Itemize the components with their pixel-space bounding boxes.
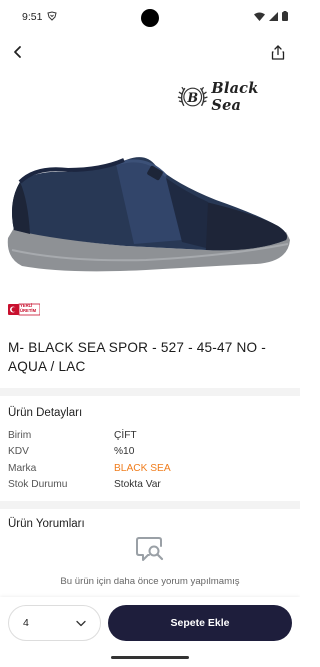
badge-text: YERLİ ÜRETİM bbox=[20, 303, 36, 313]
detail-value: Stokta Var bbox=[114, 479, 161, 491]
detail-row-stock: Stok Durumu Stokta Var bbox=[8, 477, 292, 494]
reviews-section-title: Ürün Yorumları bbox=[8, 518, 85, 530]
empty-reviews-text: Bu ürün için daha önce yorum yapılmamış bbox=[60, 576, 240, 587]
local-production-badge: YERLİ ÜRETİM bbox=[8, 302, 41, 318]
status-icons bbox=[254, 11, 288, 21]
back-button[interactable] bbox=[4, 38, 32, 66]
badge-line-2: ÜRETİM bbox=[20, 308, 37, 313]
logo-letter: B bbox=[186, 91, 198, 106]
chevron-down-icon bbox=[76, 620, 86, 626]
add-to-cart-button[interactable]: Sepete Ekle bbox=[108, 605, 292, 641]
empty-reviews: Bu ürün için daha önce yorum yapılmamış bbox=[0, 534, 300, 587]
laurel-emblem-icon: B bbox=[177, 86, 208, 107]
details-list: Birim ÇİFT KDV %10 Marka BLACK SEA Stok … bbox=[8, 427, 292, 493]
brand-logo-text: Black Sea bbox=[211, 80, 259, 114]
detail-row-vat: KDV %10 bbox=[8, 444, 292, 461]
share-button[interactable] bbox=[264, 38, 292, 66]
detail-value: ÇİFT bbox=[114, 429, 137, 441]
status-bar: 9:51 bbox=[0, 0, 300, 34]
detail-label: Birim bbox=[8, 429, 32, 441]
quantity-value: 4 bbox=[23, 617, 29, 629]
battery-icon bbox=[282, 11, 288, 21]
detail-label: Stok Durumu bbox=[8, 479, 68, 491]
signal-icon bbox=[269, 11, 278, 21]
home-indicator[interactable] bbox=[111, 656, 189, 659]
product-title: M- BLACK SEA SPOR - 527 - 45-47 NO - AQU… bbox=[8, 340, 267, 374]
shield-app-icon bbox=[47, 11, 57, 21]
detail-row-unit: Birim ÇİFT bbox=[8, 427, 292, 444]
camera-cutout bbox=[141, 9, 159, 27]
detail-label: KDV bbox=[8, 446, 29, 458]
section-divider bbox=[0, 388, 300, 396]
comment-search-icon bbox=[136, 537, 164, 561]
product-image[interactable] bbox=[6, 140, 294, 290]
detail-label: Marka bbox=[8, 462, 37, 474]
brand-logo: B Black Sea bbox=[176, 80, 292, 114]
quantity-select[interactable]: 4 bbox=[8, 605, 101, 641]
section-divider bbox=[0, 501, 300, 509]
app-bar bbox=[0, 38, 300, 66]
product-detail-screen: 9:51 B Black Sea YERLİ ÜRETİM M- BLACK S… bbox=[0, 0, 300, 667]
share-icon bbox=[271, 44, 285, 60]
brand-link[interactable]: BLACK SEA bbox=[114, 463, 171, 474]
wifi-icon bbox=[254, 12, 265, 21]
details-section-title: Ürün Detayları bbox=[8, 407, 83, 419]
bottom-action-bar: 4 Sepete Ekle bbox=[0, 597, 300, 667]
detail-value: %10 bbox=[114, 446, 135, 458]
arrow-left-icon bbox=[14, 46, 21, 58]
detail-row-brand: Marka BLACK SEA bbox=[8, 460, 292, 477]
status-time: 9:51 bbox=[22, 11, 43, 23]
